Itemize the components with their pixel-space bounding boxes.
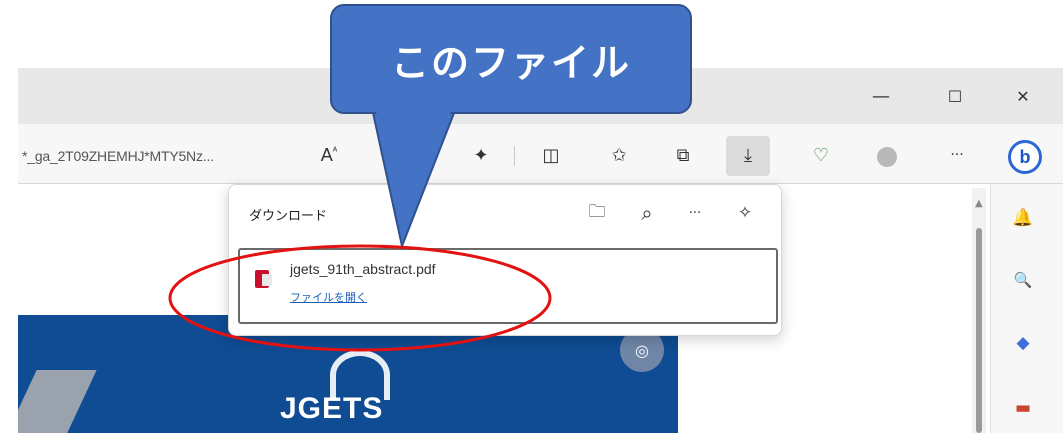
read-aloud-letter: A xyxy=(320,144,333,165)
download-icon[interactable]: ⤓ xyxy=(733,140,763,170)
screenshot: — ☐ ✕ *_ga_2T09ZHEMHJ*MTY5Nz... Aᴬ ☆ ✦ ◫… xyxy=(0,0,1063,433)
close-button[interactable]: ✕ xyxy=(1008,82,1038,110)
split-screen-icon[interactable]: ◫ xyxy=(536,140,566,170)
download-item[interactable] xyxy=(238,248,778,324)
star-icon[interactable]: ☆ xyxy=(372,140,402,170)
pdf-file-icon xyxy=(255,270,272,288)
search-icon[interactable]: 🔍 xyxy=(1010,267,1036,293)
minimize-button[interactable]: — xyxy=(866,82,896,110)
profile-icon[interactable] xyxy=(877,147,897,167)
download-file-name[interactable]: jgets_91th_abstract.pdf xyxy=(290,261,436,277)
callout-box: このファイル xyxy=(330,4,692,114)
browser-essentials-icon[interactable]: ♡ xyxy=(806,140,836,170)
favorites-icon[interactable]: ✩ xyxy=(604,140,634,170)
toolbar-separator xyxy=(514,146,515,166)
folder-icon[interactable]: 🗀 xyxy=(582,198,612,228)
bing-copilot-icon[interactable]: b xyxy=(1008,140,1042,174)
banner-title: JGETS xyxy=(280,392,384,425)
toolbox-icon[interactable]: ▬ xyxy=(1010,395,1036,421)
collections-icon[interactable]: ⧉ xyxy=(668,140,698,170)
callout-text: このファイル xyxy=(390,40,631,85)
open-file-link[interactable]: ファイルを開く xyxy=(290,289,367,305)
more-options-icon[interactable]: ··· xyxy=(680,198,710,228)
bell-icon[interactable]: 🔔 xyxy=(1010,205,1036,231)
banner-decoration xyxy=(18,370,97,433)
address-bar-url[interactable]: *_ga_2T09ZHEMHJ*MTY5Nz... xyxy=(22,148,214,164)
read-aloud-icon[interactable]: Aᴬ xyxy=(314,140,344,170)
puzzle-icon[interactable]: ✦ xyxy=(466,140,496,170)
scrollbar-thumb[interactable] xyxy=(976,228,982,433)
more-icon[interactable]: ··· xyxy=(942,140,972,170)
pin-icon[interactable]: ✧ xyxy=(730,198,760,228)
scroll-up-icon[interactable]: ▲ xyxy=(975,198,983,209)
downloads-title: ダウンロード xyxy=(249,209,328,224)
read-aloud-sup: ᴬ xyxy=(332,145,338,157)
search-downloads-icon[interactable]: ⌕ xyxy=(632,198,662,228)
maximize-button[interactable]: ☐ xyxy=(940,82,970,110)
shopping-tag-icon[interactable]: ◆ xyxy=(1010,330,1036,356)
